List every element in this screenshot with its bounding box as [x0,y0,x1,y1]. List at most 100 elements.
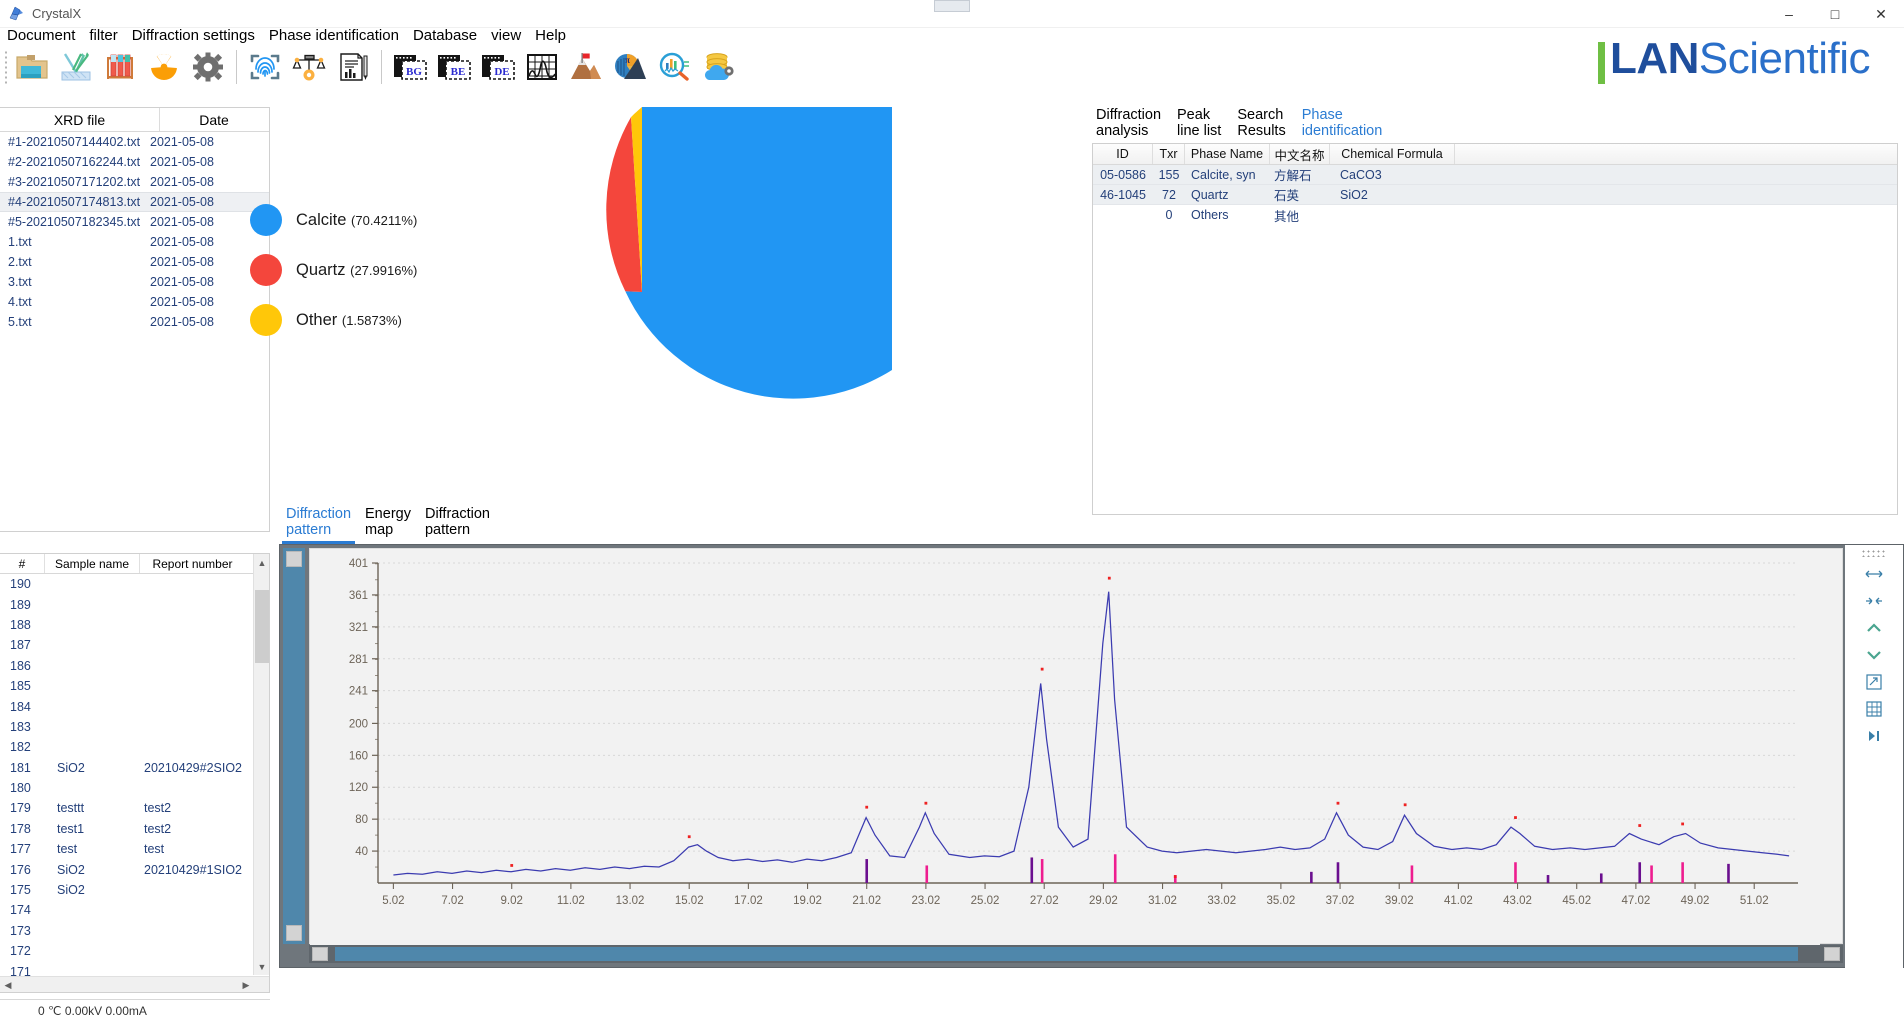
chart-vscroll-thumb-top[interactable] [286,551,302,567]
minimize-button[interactable]: – [1766,0,1812,28]
radiation-icon[interactable] [142,45,186,89]
fingerprint-scan-icon[interactable] [243,45,287,89]
chart-hscroll-left-button[interactable] [312,947,328,961]
xrd-file-row[interactable]: 2.txt2021-05-08 [0,252,269,272]
report-document-icon[interactable] [331,45,375,89]
toolbar-grip[interactable] [4,50,8,84]
xrd-file-row[interactable]: #5-20210507182345.txt2021-05-08 [0,212,269,232]
menu-view[interactable]: view [484,26,528,45]
phase-table-row[interactable]: 0 Others 其他 [1093,205,1897,225]
sample-row[interactable]: 174 [0,900,269,920]
sample-row[interactable]: 175SiO2 [0,880,269,900]
xrd-file-row[interactable]: 4.txt2021-05-08 [0,292,269,312]
database-cloud-icon[interactable] [696,45,740,89]
close-button[interactable]: ✕ [1858,0,1904,28]
sample-row[interactable]: 188 [0,615,269,635]
chart-hscroll-right-button[interactable] [1824,947,1840,961]
scroll-up-arrow-icon[interactable]: ▲ [254,554,270,571]
expand-icon[interactable] [1861,672,1887,692]
legend-item-other[interactable]: Other (1.5873%) [250,295,417,345]
test-tubes-icon[interactable] [98,45,142,89]
menu-diffraction-settings[interactable]: Diffraction settings [125,26,262,45]
sample-row[interactable]: 177testtest [0,839,269,859]
grid-curve-icon[interactable] [520,45,564,89]
pie-chart-mountain-icon[interactable]: π [608,45,652,89]
xrd-file-row[interactable]: #2-20210507162244.txt2021-05-08 [0,152,269,172]
fit-horizontal-icon[interactable] [1861,564,1887,584]
xrd-file-row-selected[interactable]: #4-20210507174813.txt2021-05-08 [0,192,269,212]
balance-scale-gear-icon[interactable] [287,45,331,89]
column-header-phase-name[interactable]: Phase Name [1185,144,1270,164]
menu-filter[interactable]: filter [82,26,124,45]
magnifier-chart-icon[interactable] [652,45,696,89]
sample-row[interactable]: 182 [0,737,269,757]
sample-row[interactable]: 181SiO220210429#2SIO2 [0,758,269,778]
bg-file-icon[interactable]: BG [388,45,432,89]
column-header-report-number[interactable]: Report number [140,554,245,573]
menu-document[interactable]: Document [0,26,82,45]
sample-row[interactable]: 172 [0,941,269,961]
xrd-file-row[interactable]: #3-20210507171202.txt2021-05-08 [0,172,269,192]
tab-diffraction-analysis[interactable]: Diffraction analysis [1090,103,1171,141]
sample-row[interactable]: 176SiO220210429#1SIO2 [0,859,269,879]
menu-phase-identification[interactable]: Phase identification [262,26,406,45]
tab-diffraction-pattern-2[interactable]: Diffraction pattern [419,502,498,544]
column-header-id[interactable]: ID [1093,144,1153,164]
gear-icon[interactable] [186,45,230,89]
xrd-file-row[interactable]: 3.txt2021-05-08 [0,272,269,292]
chart-hscroll-thumb[interactable] [335,947,1798,961]
column-header-number[interactable]: # [0,554,45,573]
grid-icon[interactable] [1861,699,1887,719]
xrd-file-row[interactable]: #1-20210507144402.txt2021-05-08 [0,132,269,152]
xrd-file-row[interactable]: 5.txt2021-05-08 [0,312,269,332]
diffraction-beam-icon[interactable] [54,45,98,89]
mountain-flag-icon[interactable] [564,45,608,89]
tab-search-results[interactable]: Search Results [1231,103,1295,141]
sample-row[interactable]: 183 [0,717,269,737]
chart-vscroll-thumb-bottom[interactable] [286,925,302,941]
menu-help[interactable]: Help [528,26,573,45]
sample-horizontal-scrollbar[interactable]: ◀ ▶ [0,976,270,992]
tab-phase-identification[interactable]: Phase identification [1296,103,1393,141]
de-file-icon[interactable]: DE [476,45,520,89]
sample-vertical-scrollbar[interactable]: ▲ ▼ [253,554,269,975]
tab-peak-line-list[interactable]: Peak line list [1171,103,1231,141]
scroll-up-icon[interactable] [1861,618,1887,638]
sample-row[interactable]: 190 [0,574,269,594]
column-header-chinese-name[interactable]: 中文名称 [1270,144,1330,164]
chart-vertical-scrollbar[interactable] [283,548,305,944]
scroll-down-arrow-icon[interactable]: ▼ [254,958,270,975]
tab-diffraction-pattern-1[interactable]: Diffraction pattern [280,502,359,544]
next-pane-icon[interactable] [1861,726,1887,746]
sample-row[interactable]: 185 [0,676,269,696]
chart-toolbar-grip[interactable] [1861,549,1887,557]
scroll-right-arrow-icon[interactable]: ▶ [238,977,254,993]
scroll-left-arrow-icon[interactable]: ◀ [0,977,16,993]
sample-row[interactable]: 180 [0,778,269,798]
column-header-txr[interactable]: Txr [1153,144,1185,164]
sample-row[interactable]: 186 [0,656,269,676]
maximize-button[interactable]: □ [1812,0,1858,28]
phase-table-row[interactable]: 46-1045 72 Quartz 石英 SiO2 [1093,185,1897,205]
chart-horizontal-scrollbar[interactable] [309,945,1843,963]
sample-row[interactable]: 178test1test2 [0,819,269,839]
column-header-sample-name[interactable]: Sample name [45,554,140,573]
sample-row[interactable]: 173 [0,921,269,941]
scroll-down-icon[interactable] [1861,645,1887,665]
sample-scroll-thumb[interactable] [255,590,269,663]
legend-item-quartz[interactable]: Quartz (27.9916%) [250,245,417,295]
diffraction-plot[interactable]: Count Diffraction angle (2θ) 40136132128… [309,548,1843,944]
sample-row[interactable]: 179testtttest2 [0,798,269,818]
sample-row[interactable]: 184 [0,696,269,716]
sample-row[interactable]: 189 [0,594,269,614]
shrink-horizontal-icon[interactable] [1861,591,1887,611]
legend-item-calcite[interactable]: Calcite (70.4211%) [250,195,417,245]
xrd-file-row[interactable]: 1.txt2021-05-08 [0,232,269,252]
column-header-xrd-file[interactable]: XRD file [0,108,160,131]
menu-database[interactable]: Database [406,26,484,45]
be-file-icon[interactable]: BE [432,45,476,89]
tab-energy-map[interactable]: Energy map [359,502,419,544]
column-header-chemical-formula[interactable]: Chemical Formula [1330,144,1455,164]
phase-table-row[interactable]: 05-0586 155 Calcite, syn 方解石 CaCO3 [1093,165,1897,185]
sample-row[interactable]: 187 [0,635,269,655]
